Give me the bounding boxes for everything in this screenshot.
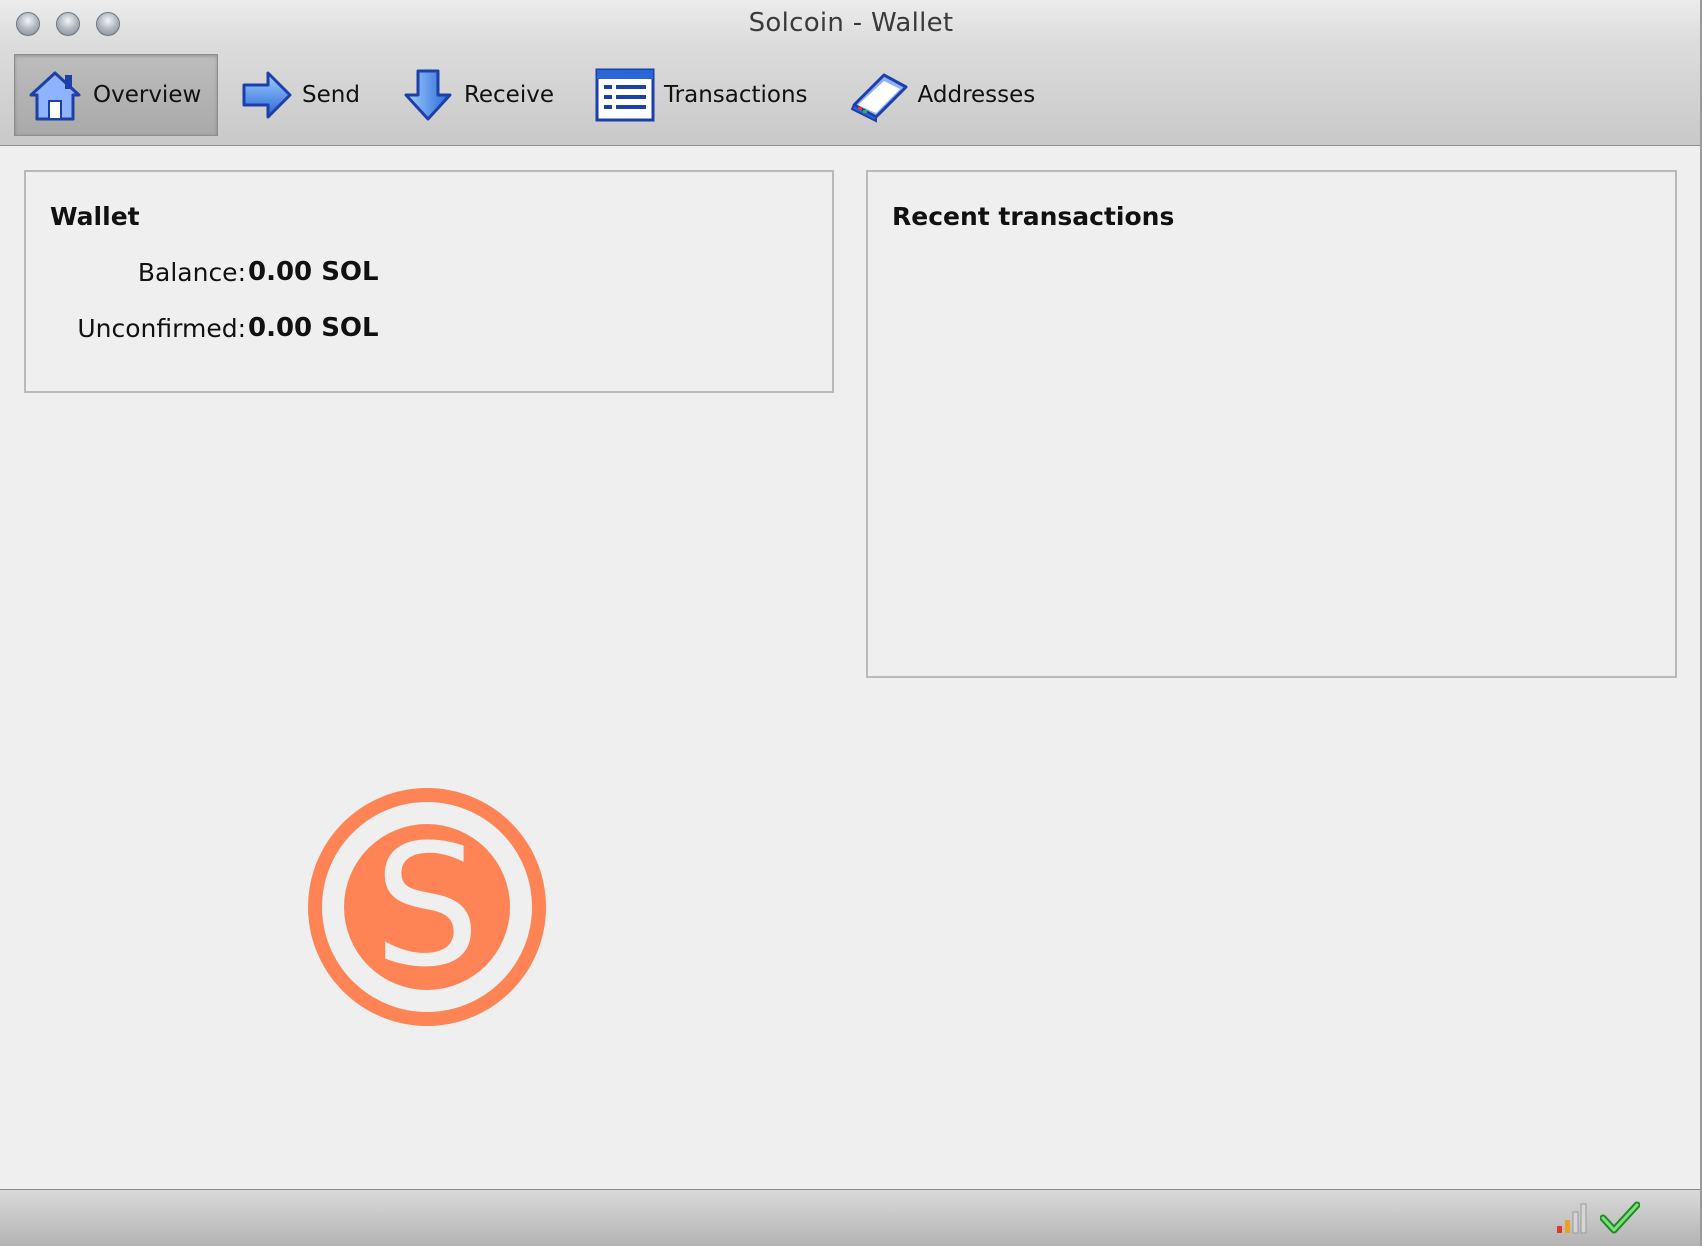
title-bar: Solcoin - Wallet Overview Send Receive T… [0,0,1702,146]
status-bar [0,1189,1702,1246]
tab-transactions[interactable]: Transactions [584,54,826,136]
toolbar: Overview Send Receive Transactions Addre… [14,54,1065,136]
tab-addresses-label: Addresses [917,82,1036,108]
tab-send-label: Send [302,82,360,108]
solcoin-logo: S [308,788,546,1026]
balance-label: Balance: [137,258,246,287]
main-window: Solcoin - Wallet Overview Send Receive T… [0,0,1702,1246]
tab-addresses[interactable]: Addresses [838,54,1054,136]
home-icon [29,71,81,121]
balance-value: 0.00 SOL [248,257,379,287]
signal-bars-icon[interactable] [1556,1202,1590,1234]
tab-receive-label: Receive [463,82,554,108]
unconfirmed-label: Unconfirmed: [77,314,246,343]
tab-send[interactable]: Send [230,54,378,136]
transactions-list-icon [595,68,655,122]
tab-receive[interactable]: Receive [390,54,572,136]
tab-overview[interactable]: Overview [14,54,218,136]
receive-arrow-icon [404,69,452,121]
tab-overview-label: Overview [93,82,202,108]
recent-transactions-panel: Recent transactions [866,170,1677,678]
checkmark-icon[interactable] [1600,1200,1640,1236]
unconfirmed-value: 0.00 SOL [248,313,379,343]
wallet-summary-panel: Wallet Balance: 0.00 SOL Unconfirmed: 0.… [24,170,834,393]
recent-transactions-title: Recent transactions [892,202,1175,231]
address-book-icon [850,73,908,123]
tab-transactions-label: Transactions [663,82,808,108]
send-arrow-icon [242,71,292,119]
wallet-title: Wallet [50,202,140,231]
window-title: Solcoin - Wallet [748,8,954,38]
logo-letter: S [374,808,481,1004]
